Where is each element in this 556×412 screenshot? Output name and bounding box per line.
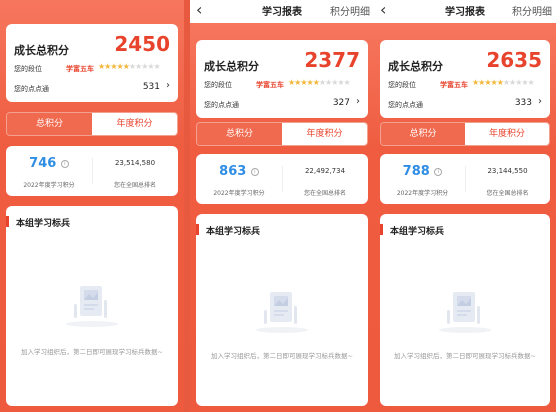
- stats-card: 863 i 2022年度学习积分 22,492,734 您在全国总排名: [196, 154, 368, 204]
- points-value[interactable]: 327: [333, 98, 350, 108]
- national-rank-block: 23,514,580 您在全国总排名: [92, 146, 178, 196]
- section-title: 本组学习标兵: [390, 227, 445, 237]
- year-points-block: 788 i 2022年度学习积分: [380, 154, 465, 204]
- empty-state-text: 加入学习组织后，第二日即可展现学习标兵数据~: [394, 352, 536, 360]
- year-points-value: 746: [29, 156, 57, 171]
- score-tabs: 总积分 年度积分: [6, 112, 178, 136]
- rank-label: 您的段位: [204, 81, 232, 89]
- national-rank-caption: 您在全国总排名: [113, 182, 156, 189]
- empty-state-text: 加入学习组织后，第二日即可展现学习标兵数据~: [211, 352, 353, 360]
- growth-score-value: 2450: [114, 32, 170, 56]
- points-value[interactable]: 531: [143, 82, 160, 92]
- growth-score-value: 2377: [304, 48, 360, 72]
- filled-stars: ★★★★★: [288, 78, 320, 87]
- chevron-right-icon[interactable]: ›: [166, 80, 170, 91]
- national-rank-caption: 您在全国总排名: [303, 190, 346, 197]
- filled-stars: ★★★★★: [98, 62, 130, 71]
- year-points-caption: 2022年度学习积分: [23, 182, 75, 189]
- year-points-value: 788: [402, 164, 430, 179]
- stats-card: 746 i 2022年度学习积分 23,514,580 您在全国总排名: [6, 146, 178, 196]
- chevron-right-icon[interactable]: ›: [356, 96, 360, 107]
- info-icon[interactable]: i: [434, 167, 443, 176]
- report-screen-3: ‹ 学习报表 积分明细 成长总积分 2635 您的段位 学富五车 ★★★★★★★…: [374, 0, 556, 412]
- empty-illustration-icon: [66, 286, 118, 327]
- stats-card: 788 i 2022年度学习积分 23,144,550 您在全国总排名: [380, 154, 550, 204]
- points-detail-link[interactable]: 积分明细: [330, 3, 370, 18]
- study-pacesetter-card: 本组学习标兵 加入学习组织后，第二日即可展现学习标兵数据~: [196, 214, 368, 406]
- report-screen-2: ‹ 学习报表 积分明细 成长总积分 2377 您的段位 学富五车 ★★★★★★★…: [190, 0, 374, 412]
- top-nav-bar: ‹ 学习报表 积分明细: [374, 0, 556, 23]
- growth-score-card: 成长总积分 2635 您的段位 学富五车 ★★★★★★★★★★ 您的点点通 33…: [380, 40, 550, 118]
- tab-annual-score[interactable]: 年度积分: [92, 113, 177, 135]
- empty-stars: ★★★★★: [502, 78, 535, 87]
- rank-label: 您的段位: [388, 81, 416, 89]
- study-pacesetter-card: 本组学习标兵 加入学习组织后，第二日即可展现学习标兵数据~: [6, 206, 178, 406]
- tab-total-score[interactable]: 总积分: [197, 123, 282, 145]
- growth-score-label: 成长总积分: [14, 44, 69, 57]
- growth-score-card: 成长总积分 2377 您的段位 学富五车 ★★★★★★★★★★ 您的点点通 32…: [196, 40, 368, 118]
- tab-total-score[interactable]: 总积分: [381, 123, 465, 145]
- screenshot-collage: 成长总积分 2450 您的段位 学富五车 ★★★★★★★★★★ 您的点点通 53…: [0, 0, 556, 412]
- empty-stars: ★★★★★: [128, 62, 161, 71]
- tab-annual-score[interactable]: 年度积分: [282, 123, 367, 145]
- section-marker: [380, 224, 383, 235]
- empty-state-text: 加入学习组织后，第二日即可展现学习标兵数据~: [21, 348, 163, 356]
- year-points-caption: 2022年度学习积分: [213, 190, 265, 197]
- year-points-value: 863: [219, 164, 247, 179]
- rank-name: 学富五车: [440, 81, 468, 89]
- rank-name: 学富五车: [256, 81, 284, 89]
- national-rank-value: 22,492,734: [304, 167, 346, 175]
- national-rank-block: 22,492,734 您在全国总排名: [282, 154, 368, 204]
- points-label: 您的点点通: [204, 101, 239, 109]
- top-nav-bar: ‹ 学习报表 积分明细: [190, 0, 374, 23]
- year-points-block: 746 i 2022年度学习积分: [6, 146, 92, 196]
- section-marker: [6, 216, 9, 227]
- empty-illustration-icon: [439, 292, 491, 333]
- info-icon[interactable]: i: [60, 159, 69, 168]
- year-points-block: 863 i 2022年度学习积分: [196, 154, 282, 204]
- points-value[interactable]: 333: [515, 98, 532, 108]
- info-icon[interactable]: i: [250, 167, 259, 176]
- growth-score-label: 成长总积分: [388, 60, 443, 73]
- national-rank-value: 23,144,550: [487, 167, 528, 175]
- section-title: 本组学习标兵: [16, 219, 71, 229]
- points-label: 您的点点通: [14, 85, 49, 93]
- score-tabs: 总积分 年度积分: [380, 122, 550, 146]
- rank-stars: ★★★★★★★★★★: [98, 62, 161, 71]
- filled-stars: ★★★★★: [472, 78, 504, 87]
- score-tabs: 总积分 年度积分: [196, 122, 368, 146]
- rank-stars: ★★★★★★★★★★: [288, 78, 351, 87]
- points-label: 您的点点通: [388, 101, 423, 109]
- report-screen-1: 成长总积分 2450 您的段位 学富五车 ★★★★★★★★★★ 您的点点通 53…: [0, 0, 184, 412]
- chevron-right-icon[interactable]: ›: [538, 96, 542, 107]
- rank-stars: ★★★★★★★★★★: [472, 78, 535, 87]
- tab-annual-score[interactable]: 年度积分: [465, 123, 549, 145]
- national-rank-value: 23,514,580: [114, 159, 156, 167]
- national-rank-block: 23,144,550 您在全国总排名: [465, 154, 550, 204]
- study-pacesetter-card: 本组学习标兵 加入学习组织后，第二日即可展现学习标兵数据~: [380, 214, 550, 406]
- empty-stars: ★★★★★: [318, 78, 351, 87]
- section-marker: [196, 224, 199, 235]
- growth-score-card: 成长总积分 2450 您的段位 学富五车 ★★★★★★★★★★ 您的点点通 53…: [6, 24, 178, 102]
- year-points-caption: 2022年度学习积分: [396, 190, 449, 197]
- empty-illustration-icon: [256, 292, 308, 333]
- rank-label: 您的段位: [14, 65, 42, 73]
- growth-score-label: 成长总积分: [204, 60, 259, 73]
- section-title: 本组学习标兵: [206, 227, 261, 237]
- national-rank-caption: 您在全国总排名: [486, 190, 529, 197]
- points-detail-link[interactable]: 积分明细: [512, 3, 552, 18]
- rank-name: 学富五车: [66, 65, 94, 73]
- growth-score-value: 2635: [486, 48, 542, 72]
- tab-total-score[interactable]: 总积分: [7, 113, 92, 135]
